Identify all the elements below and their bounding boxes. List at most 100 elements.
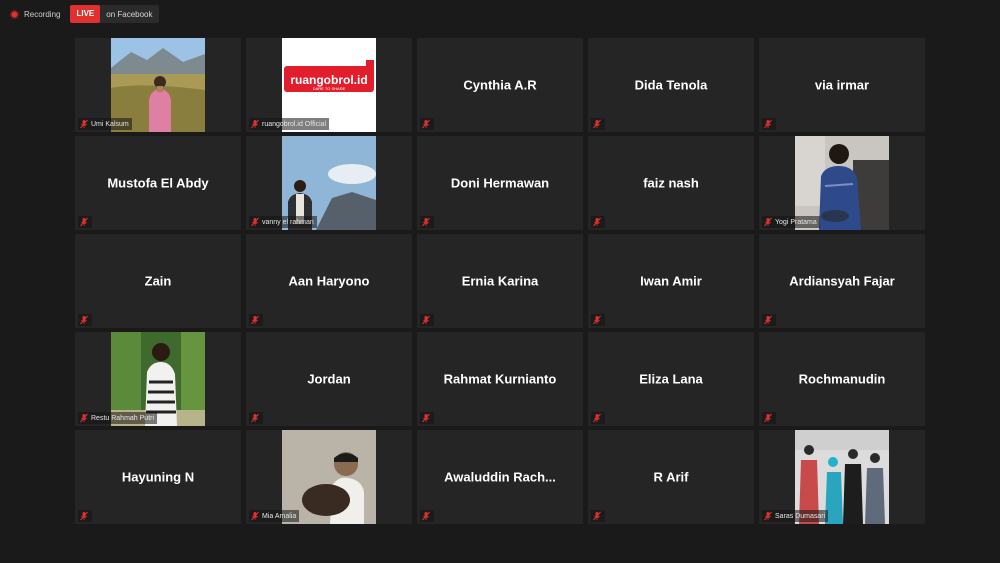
- recording-indicator[interactable]: Recording: [6, 9, 64, 19]
- participant-tile-aan-haryono[interactable]: Aan Haryono: [246, 234, 412, 328]
- logo-tagline: DARE TO SHARE: [313, 86, 346, 91]
- participant-tile-umi-kalsum[interactable]: Umi Kalsum: [75, 38, 241, 132]
- participant-display-name: Awaluddin Rach...: [444, 469, 556, 485]
- mic-muted-icon: [422, 413, 430, 423]
- participant-tile-yogi-pratama[interactable]: Yogi Pratama: [759, 136, 925, 230]
- participant-tile-iwan-amir[interactable]: Iwan Amir: [588, 234, 754, 328]
- mic-muted-icon: [251, 511, 259, 521]
- participant-name-label: Mia Amalia: [262, 512, 297, 520]
- participant-display-name: Rahmat Kurnianto: [443, 371, 557, 387]
- participant-footer: Saras Dumasari: [762, 510, 829, 522]
- mic-muted-icon: [764, 315, 772, 325]
- participant-footer: Restu Rahmah Putri: [78, 412, 158, 424]
- participant-tile-via-irmar[interactable]: via irmar: [759, 38, 925, 132]
- meeting-topbar: Recording LIVE on Facebook: [6, 5, 159, 23]
- participant-footer: ruangobrol.id Official: [249, 118, 330, 130]
- participant-name-label: Umi Kalsum: [91, 120, 129, 128]
- participant-tile-ruangobrol-id-official[interactable]: ruangobrol.id DARE TO SHARE ruangobrol.i…: [246, 38, 412, 132]
- participant-display-name: Doni Hermawan: [450, 175, 550, 191]
- participant-footer: [420, 510, 434, 522]
- participant-display-name: Eliza Lana: [639, 371, 703, 387]
- participant-footer: [78, 314, 92, 326]
- participant-footer: [591, 510, 605, 522]
- participant-footer: [78, 216, 92, 228]
- participant-name-label: ruangobrol.id Official: [262, 120, 327, 128]
- mic-muted-icon: [593, 413, 601, 423]
- participant-footer: [420, 314, 434, 326]
- participant-tile-ardiansyah-fajar[interactable]: Ardiansyah Fajar: [759, 234, 925, 328]
- participant-gallery: Umi Kalsum ruangobrol.id DARE TO SHARE r…: [75, 38, 925, 524]
- mic-muted-icon: [764, 511, 772, 521]
- participant-display-name: via irmar: [814, 77, 870, 93]
- participant-footer: Yogi Pratama: [762, 216, 820, 228]
- participant-tile-jordan[interactable]: Jordan: [246, 332, 412, 426]
- participant-name-label: Saras Dumasari: [775, 512, 826, 520]
- participant-tile-ernia-karina[interactable]: Ernia Karina: [417, 234, 583, 328]
- mic-muted-icon: [593, 217, 601, 227]
- participant-tile-restu-rahmah-putri[interactable]: Restu Rahmah Putri: [75, 332, 241, 426]
- participant-tile-hayuning-n[interactable]: Hayuning N: [75, 430, 241, 524]
- participant-display-name: Ernia Karina: [461, 273, 539, 289]
- mic-muted-icon: [80, 119, 88, 129]
- participant-tile-rochmanudin[interactable]: Rochmanudin: [759, 332, 925, 426]
- mic-muted-icon: [422, 315, 430, 325]
- recording-label: Recording: [24, 9, 61, 19]
- mic-muted-icon: [764, 217, 772, 227]
- participant-tile-zain[interactable]: Zain: [75, 234, 241, 328]
- live-stream-indicator[interactable]: LIVE on Facebook: [70, 5, 159, 23]
- participant-tile-r-arif[interactable]: R Arif: [588, 430, 754, 524]
- participant-display-name: Cynthia A.R: [463, 77, 537, 93]
- participant-tile-cynthia-a-r[interactable]: Cynthia A.R: [417, 38, 583, 132]
- mic-muted-icon: [422, 511, 430, 521]
- mic-muted-icon: [251, 315, 259, 325]
- participant-footer: [249, 412, 263, 424]
- participant-footer: [420, 412, 434, 424]
- participant-tile-doni-hermawan[interactable]: Doni Hermawan: [417, 136, 583, 230]
- record-icon: [10, 9, 19, 19]
- participant-footer: [420, 216, 434, 228]
- participant-footer: vanny el rahman: [249, 216, 317, 228]
- participant-display-name: Dida Tenola: [634, 77, 708, 93]
- mic-muted-icon: [251, 217, 259, 227]
- mic-muted-icon: [251, 413, 259, 423]
- participant-tile-mustofa-el-abdy[interactable]: Mustofa El Abdy: [75, 136, 241, 230]
- participant-footer: [762, 118, 776, 130]
- mic-muted-icon: [764, 119, 772, 129]
- participant-footer: [762, 412, 776, 424]
- participant-name-label: vanny el rahman: [262, 218, 314, 226]
- participant-display-name: Ardiansyah Fajar: [789, 273, 895, 289]
- participant-tile-mia-amalia[interactable]: Mia Amalia: [246, 430, 412, 524]
- participant-tile-vanny-el-rahman[interactable]: vanny el rahman: [246, 136, 412, 230]
- participant-footer: Mia Amalia: [249, 510, 300, 522]
- participant-footer: [420, 118, 434, 130]
- participant-footer: [591, 314, 605, 326]
- participant-tile-rahmat-kurnianto[interactable]: Rahmat Kurnianto: [417, 332, 583, 426]
- participant-name-label: Restu Rahmah Putri: [91, 414, 155, 422]
- participant-footer: [78, 510, 92, 522]
- participant-footer: [762, 314, 776, 326]
- participant-tile-dida-tenola[interactable]: Dida Tenola: [588, 38, 754, 132]
- participant-display-name: Mustofa El Abdy: [107, 175, 209, 191]
- participant-display-name: R Arif: [653, 469, 689, 485]
- mic-muted-icon: [593, 315, 601, 325]
- mic-muted-icon: [764, 413, 772, 423]
- participant-footer: Umi Kalsum: [78, 118, 132, 130]
- mic-muted-icon: [593, 119, 601, 129]
- live-badge: LIVE: [70, 5, 101, 23]
- mic-muted-icon: [422, 217, 430, 227]
- participant-tile-eliza-lana[interactable]: Eliza Lana: [588, 332, 754, 426]
- mic-muted-icon: [80, 511, 88, 521]
- participant-footer: [249, 314, 263, 326]
- mic-muted-icon: [80, 315, 88, 325]
- logo-text: ruangobrol.id: [290, 73, 367, 87]
- participant-tile-faiz-nash[interactable]: faiz nash: [588, 136, 754, 230]
- participant-tile-awaluddin-rach[interactable]: Awaluddin Rach...: [417, 430, 583, 524]
- participant-tile-saras-dumasari[interactable]: Saras Dumasari: [759, 430, 925, 524]
- participant-display-name: Iwan Amir: [640, 273, 702, 289]
- participant-display-name: Aan Haryono: [288, 273, 370, 289]
- participant-name-label: Yogi Pratama: [775, 218, 817, 226]
- mic-muted-icon: [80, 217, 88, 227]
- participant-display-name: faiz nash: [643, 175, 699, 191]
- participant-footer: [591, 118, 605, 130]
- participant-display-name: Zain: [144, 273, 172, 289]
